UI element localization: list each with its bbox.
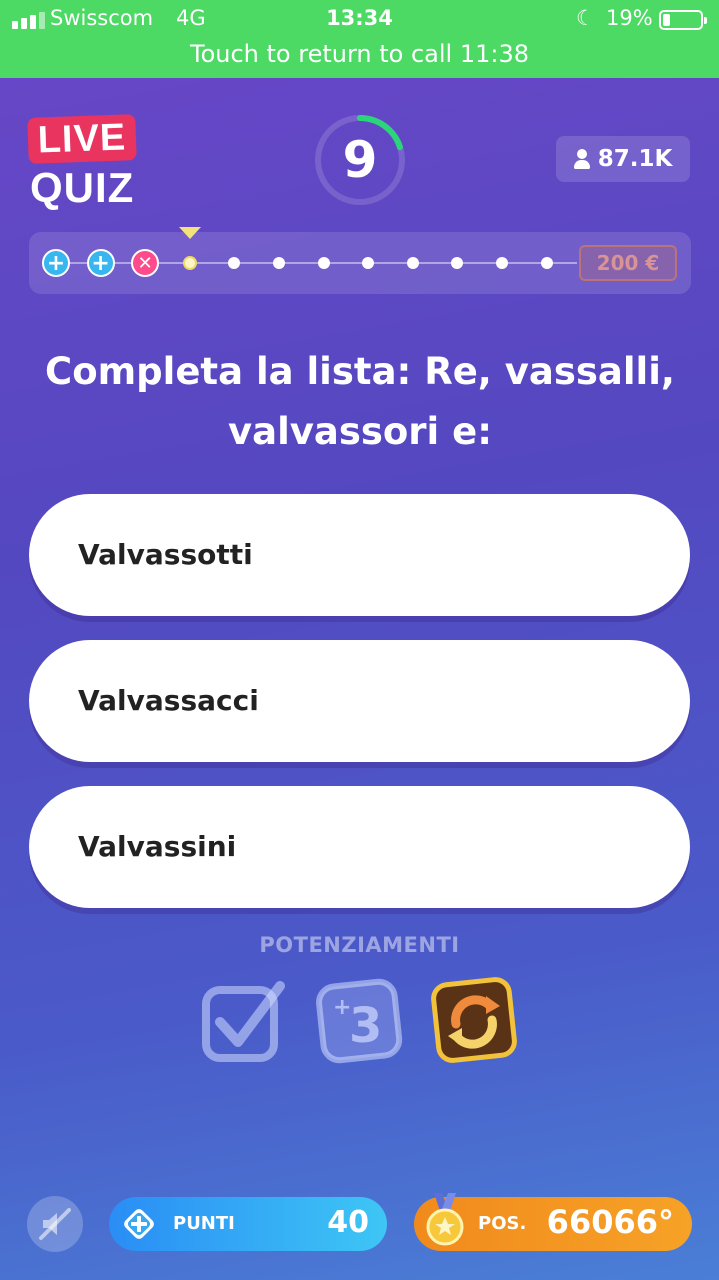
progress-step-current <box>182 256 197 270</box>
points-value: 40 <box>327 1205 369 1240</box>
logo-live-text: LIVE <box>27 114 137 164</box>
prize-badge: 200 € <box>579 245 677 281</box>
progress-step-plus-icon: + <box>86 249 115 277</box>
position-badge: POS. 66066° <box>414 1193 692 1251</box>
checkmark-icon <box>202 981 285 1062</box>
progress-step-dot <box>406 257 419 269</box>
return-to-call-banner[interactable]: Touch to return to call 11:38 <box>0 40 719 68</box>
person-icon <box>573 149 590 169</box>
do-not-disturb-icon: ☾ <box>576 6 595 30</box>
battery-percent: 19% <box>606 6 653 30</box>
answer-option-1[interactable]: Valvassotti <box>29 494 690 616</box>
medal-icon <box>426 1193 464 1246</box>
question-text: Completa la lista: Re, vassalli, valvass… <box>45 350 675 453</box>
progress-step-dot <box>228 257 241 269</box>
powerup-correct-answer[interactable] <box>200 976 288 1064</box>
points-plus-icon <box>124 1209 154 1239</box>
countdown-timer: 9 <box>312 112 408 208</box>
powerup-plus-three[interactable]: + 3 <box>315 976 403 1064</box>
logo-quiz-text: QUIZ <box>30 164 135 211</box>
viewers-badge: 87.1K <box>556 136 690 182</box>
refresh-icon <box>431 977 517 1063</box>
progress-step-plus-icon: + <box>42 249 70 277</box>
progress-step-dot <box>362 257 375 269</box>
battery-icon <box>659 10 707 30</box>
sound-muted-icon <box>39 1208 71 1240</box>
progress-step-wrong-icon: ✕ <box>131 249 160 277</box>
mute-sound-button[interactable] <box>27 1196 83 1252</box>
timer-value: 9 <box>342 131 378 189</box>
progress-step-dot <box>273 257 285 269</box>
answer-option-2[interactable]: Valvassacci <box>29 640 690 762</box>
status-bar: Swisscom 4G 13:34 ☾ 19% Touch to return … <box>0 0 719 78</box>
position-value: 66066° <box>546 1203 674 1241</box>
progress-step-dot <box>540 257 553 269</box>
powerups-title: POTENZIAMENTI <box>259 933 460 957</box>
points-label: PUNTI <box>173 1213 235 1234</box>
progress-step-dot <box>496 257 508 269</box>
question-progress-track: + + ✕ 200 € <box>29 227 691 294</box>
powerup-change-question[interactable] <box>430 976 518 1064</box>
plus-three-icon: + 3 <box>316 978 403 1064</box>
answer-option-3[interactable]: Valvassini <box>29 786 690 908</box>
live-quiz-logo: LIVE QUIZ <box>27 114 148 212</box>
viewers-count: 87.1K <box>597 146 673 172</box>
position-label: POS. <box>478 1213 527 1234</box>
current-question-marker-icon <box>179 227 201 239</box>
progress-step-dot <box>317 257 330 269</box>
points-badge: PUNTI 40 <box>109 1197 387 1251</box>
svg-text:3: 3 <box>349 998 382 1054</box>
progress-step-dot <box>451 257 464 269</box>
